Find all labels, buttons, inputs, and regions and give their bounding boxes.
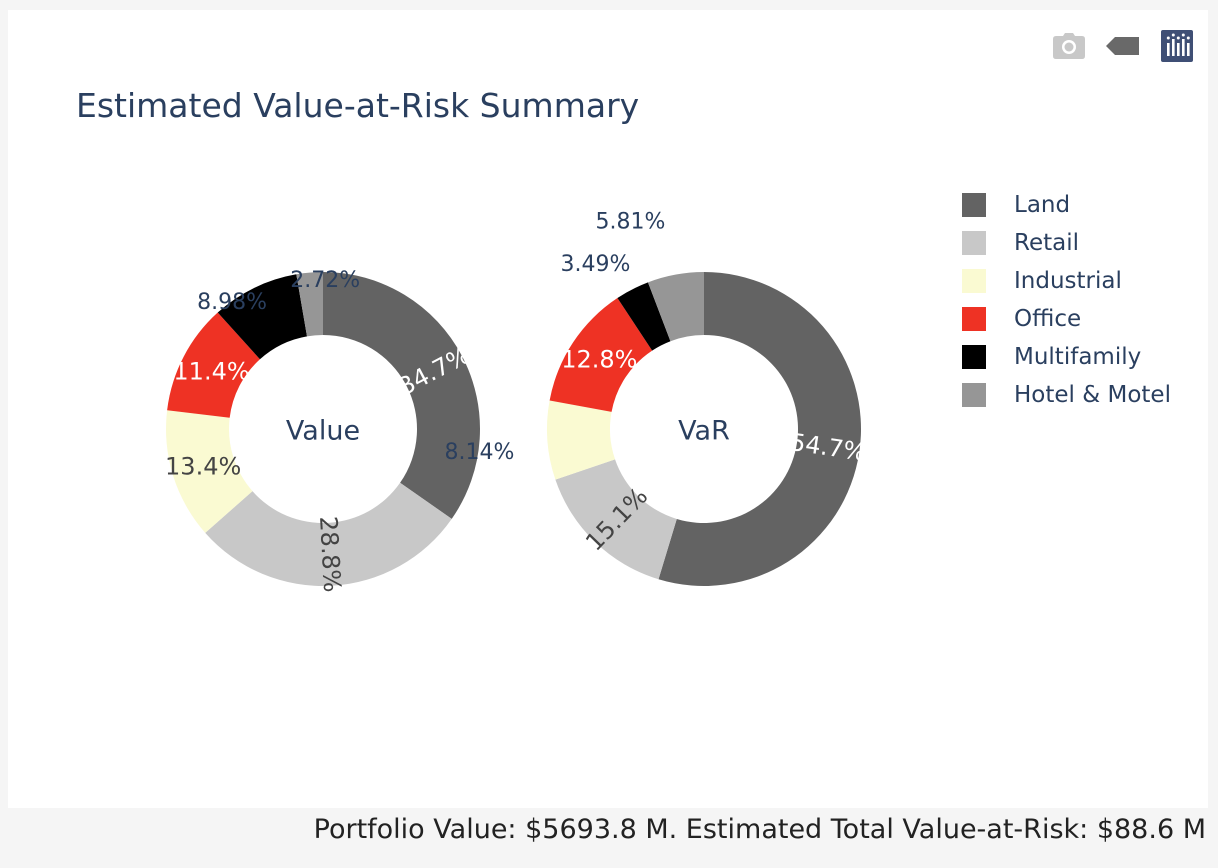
- donut-charts: 34.7%28.8%13.4%11.4%8.98%2.72%Value 54.7%…: [165, 210, 868, 594]
- slice-label: 2.72%: [290, 268, 360, 293]
- slice-land[interactable]: [323, 272, 480, 519]
- slice-label: 28.8%: [314, 515, 346, 593]
- donut-var: 54.7%15.1%8.14%12.8%3.49%5.81%VaR: [445, 210, 868, 586]
- donut-center-label: Value: [286, 416, 360, 447]
- slice-label: 8.98%: [197, 290, 267, 315]
- slice-label: 12.8%: [561, 346, 637, 374]
- donut-value: 34.7%28.8%13.4%11.4%8.98%2.72%Value: [165, 268, 480, 593]
- donut-center-label: VaR: [678, 416, 730, 447]
- slice-label: 8.14%: [445, 440, 515, 465]
- slice-label: 13.4%: [165, 452, 241, 480]
- slice-label: 11.4%: [173, 357, 249, 385]
- slice-label: 5.81%: [595, 210, 665, 235]
- footer-summary: Portfolio Value: $5693.8 M. Estimated To…: [313, 814, 1206, 845]
- slice-label: 3.49%: [561, 252, 631, 277]
